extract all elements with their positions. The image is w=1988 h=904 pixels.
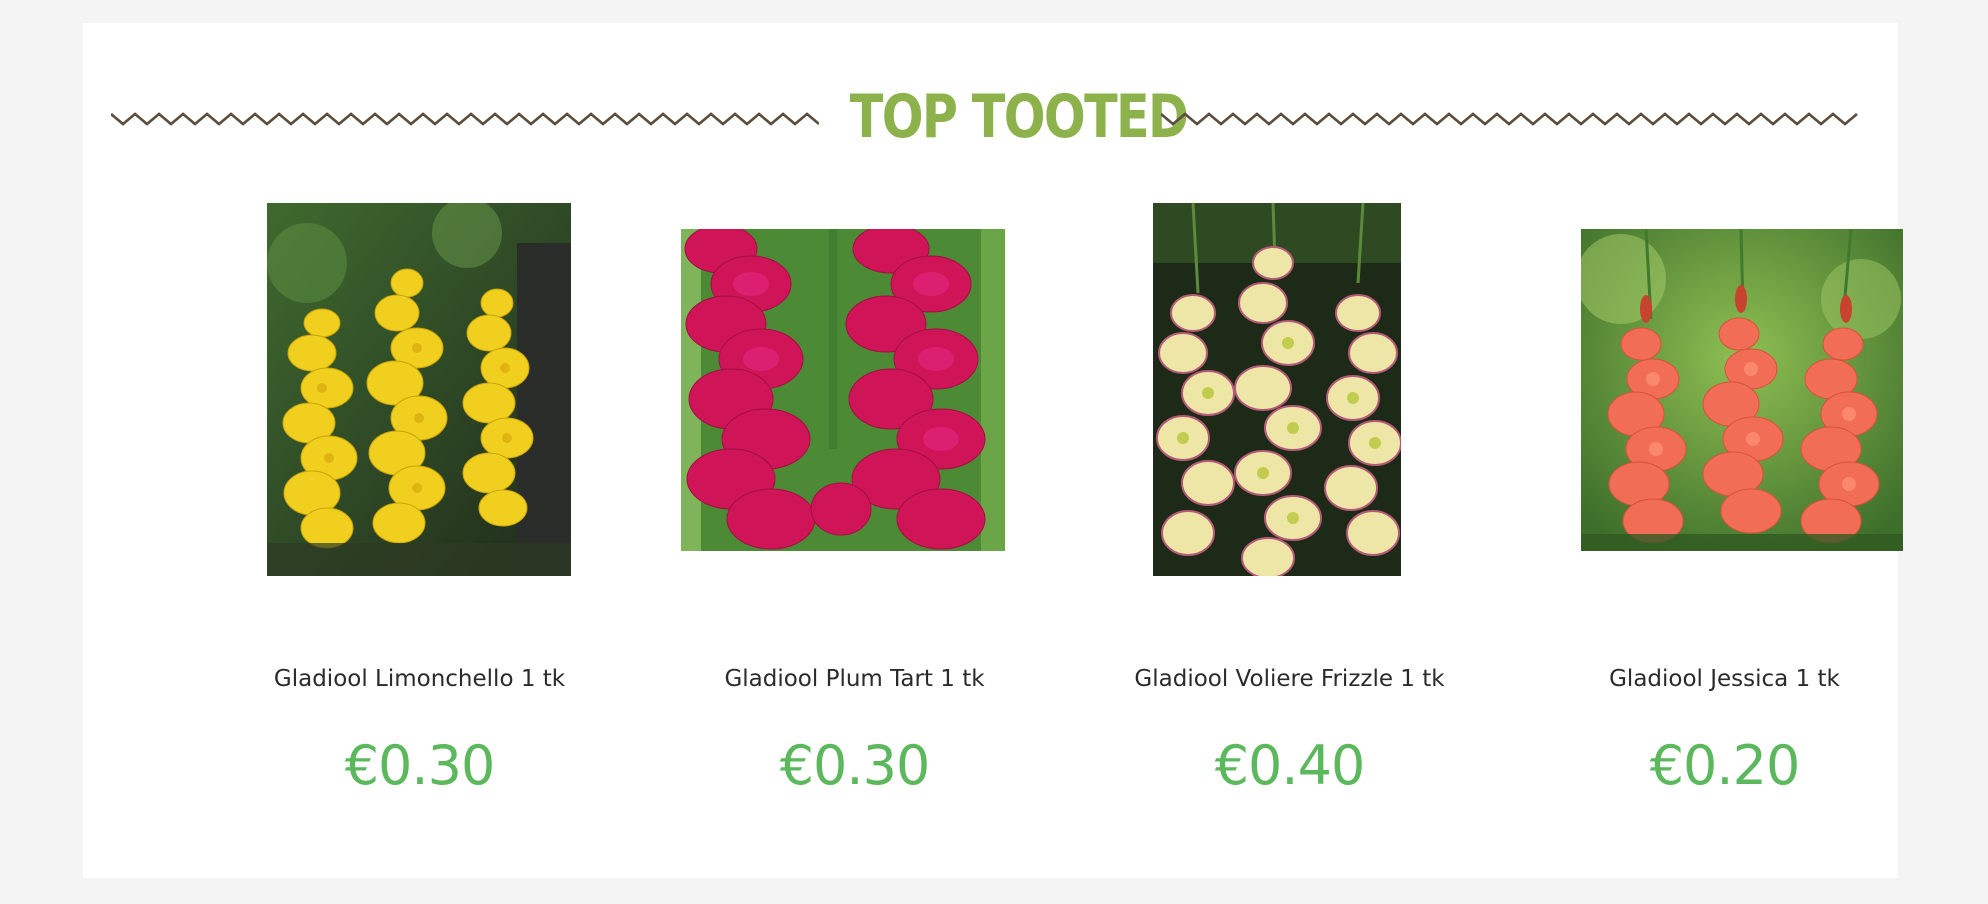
product-card-voliere-frizzle[interactable]: Gladiool Voliere Frizzle 1 tk €0.40 — [1071, 203, 1508, 823]
section-heading: TOP TOOTED — [83, 23, 1898, 203]
yellow-gladiolus-photo[interactable] — [267, 203, 571, 576]
magenta-gladiolus-photo[interactable] — [681, 229, 1005, 551]
top-products-section: TOP TOOTED Gladiool Limonchello 1 tk €0.… — [83, 23, 1903, 878]
product-name[interactable]: Gladiool Plum Tart 1 tk — [636, 663, 1073, 695]
product-card-jessica[interactable]: Gladiool Jessica 1 tk €0.20 — [1506, 203, 1943, 823]
salmon-gladiolus-photo[interactable] — [1581, 229, 1903, 551]
flower-spikes — [282, 268, 534, 549]
product-price: €0.30 — [779, 734, 931, 797]
product-card-limonchello[interactable]: Gladiool Limonchello 1 tk €0.30 — [201, 203, 638, 823]
product-name[interactable]: Gladiool Jessica 1 tk — [1506, 663, 1943, 695]
section-title: TOP TOOTED — [849, 82, 1189, 152]
product-name[interactable]: Gladiool Voliere Frizzle 1 tk — [1071, 663, 1508, 695]
product-price: €0.30 — [344, 734, 496, 797]
zigzag-divider-right — [1161, 112, 1858, 126]
zigzag-divider-left — [111, 112, 819, 126]
cream-pink-gladiolus-photo[interactable] — [1153, 203, 1401, 576]
product-card-plum-tart[interactable]: Gladiool Plum Tart 1 tk €0.30 — [636, 203, 1073, 823]
product-name[interactable]: Gladiool Limonchello 1 tk — [201, 663, 638, 695]
product-price: €0.20 — [1649, 734, 1801, 797]
product-price: €0.40 — [1214, 734, 1366, 797]
